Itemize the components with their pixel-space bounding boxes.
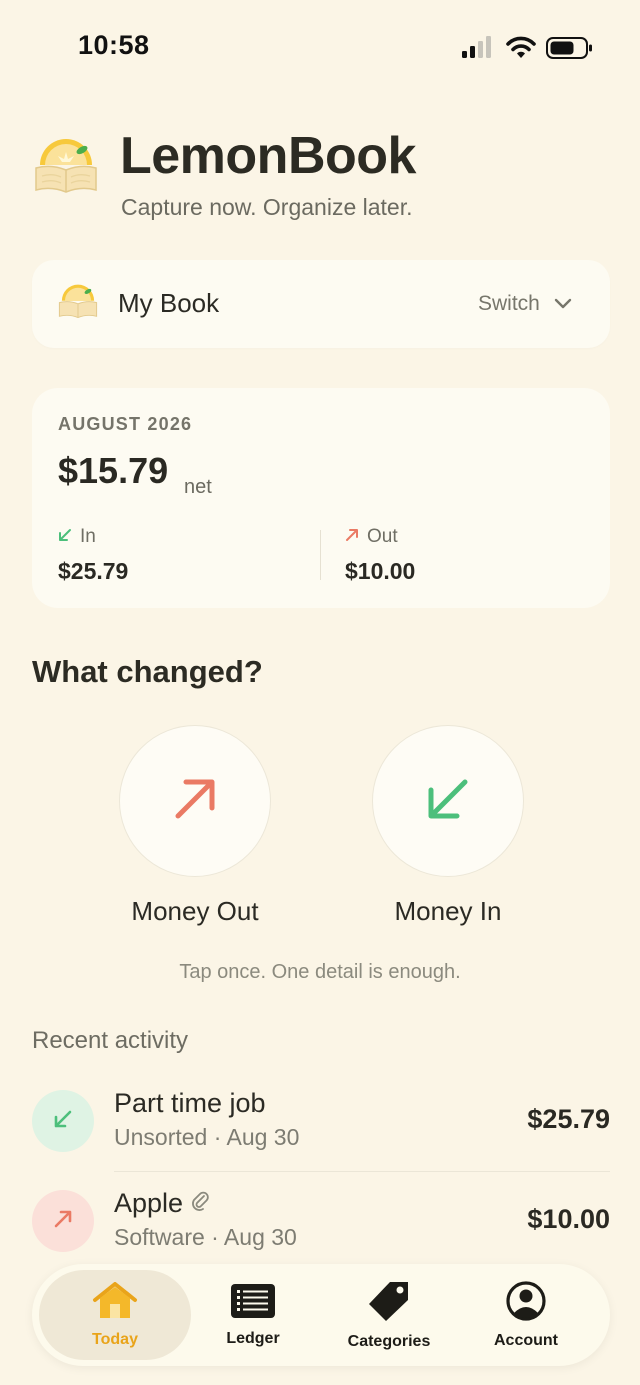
lemonbook-logo-icon (34, 138, 98, 196)
switch-label: Switch (478, 292, 540, 315)
tab-categories[interactable]: Categories (313, 1270, 465, 1360)
arrow-up-right-icon (345, 526, 359, 548)
out-label: Out (367, 526, 398, 547)
net-label: net (184, 476, 212, 498)
activity-name-text: Apple (114, 1188, 184, 1218)
home-icon (92, 1281, 138, 1325)
ledger-icon (230, 1283, 276, 1324)
paperclip-icon (191, 1188, 209, 1219)
book-selector-card[interactable]: My Book Switch (32, 260, 610, 348)
chevron-down-icon (554, 292, 572, 316)
activity-name: Apple (114, 1188, 209, 1219)
arrow-down-left-icon (425, 776, 471, 827)
tab-today-label: Today (92, 1330, 138, 1348)
net-amount: $15.79 (58, 450, 169, 491)
tag-icon (366, 1280, 412, 1327)
money-in-badge (32, 1090, 94, 1152)
activity-subtitle: Software · Aug 30 (114, 1224, 297, 1250)
account-icon (506, 1280, 546, 1326)
arrow-up-right-icon (53, 1209, 73, 1234)
row-divider (114, 1171, 610, 1172)
tab-bar: Today Ledger Categories Account (32, 1264, 610, 1366)
activity-row[interactable]: Part time job Unsorted · Aug 30 $25.79 (32, 1088, 610, 1170)
book-logo-icon (58, 284, 98, 320)
cellular-signal-icon (462, 36, 491, 58)
out-amount: $10.00 (345, 558, 416, 584)
arrow-down-left-icon (58, 526, 72, 548)
app-title: LemonBook (120, 127, 416, 185)
summary-divider (320, 530, 321, 580)
status-icons (460, 34, 595, 62)
activity-name-text: Part time job (114, 1088, 266, 1118)
recent-activity-title: Recent activity (32, 1027, 189, 1054)
wifi-icon (506, 36, 536, 58)
in-label: In (80, 526, 96, 547)
activity-amount: $10.00 (527, 1204, 610, 1234)
monthly-summary-card: AUGUST 2026 $15.79 net In $25.79 Out $10… (32, 388, 610, 608)
money-out-label[interactable]: Money Out (110, 896, 280, 927)
month-label: AUGUST 2026 (58, 414, 193, 434)
money-in-label[interactable]: Money In (363, 896, 533, 927)
arrow-down-left-icon (53, 1109, 73, 1134)
book-name: My Book (118, 288, 220, 318)
activity-name: Part time job (114, 1088, 266, 1119)
tab-ledger-label: Ledger (226, 1329, 280, 1347)
tab-ledger[interactable]: Ledger (177, 1270, 329, 1360)
app-tagline: Capture now. Organize later. (121, 194, 413, 220)
hint-text: Tap once. One detail is enough. (179, 961, 461, 983)
money-out-badge (32, 1190, 94, 1252)
tab-categories-label: Categories (347, 1332, 431, 1350)
activity-amount: $25.79 (527, 1104, 610, 1134)
money-in-summary: In $25.79 (58, 526, 128, 585)
tab-today[interactable]: Today (39, 1270, 191, 1360)
activity-subtitle: Unsorted · Aug 30 (114, 1124, 300, 1150)
money-in-button[interactable] (372, 725, 524, 877)
battery-icon (546, 37, 592, 59)
money-out-button[interactable] (119, 725, 271, 877)
arrow-up-right-icon (172, 776, 218, 827)
status-time: 10:58 (78, 30, 150, 60)
tab-account-label: Account (494, 1331, 558, 1349)
money-out-summary: Out $10.00 (345, 526, 415, 585)
switch-book-button[interactable]: Switch (478, 288, 572, 320)
in-amount: $25.79 (58, 558, 129, 584)
what-changed-title: What changed? (32, 654, 263, 689)
tab-account[interactable]: Account (450, 1270, 602, 1360)
